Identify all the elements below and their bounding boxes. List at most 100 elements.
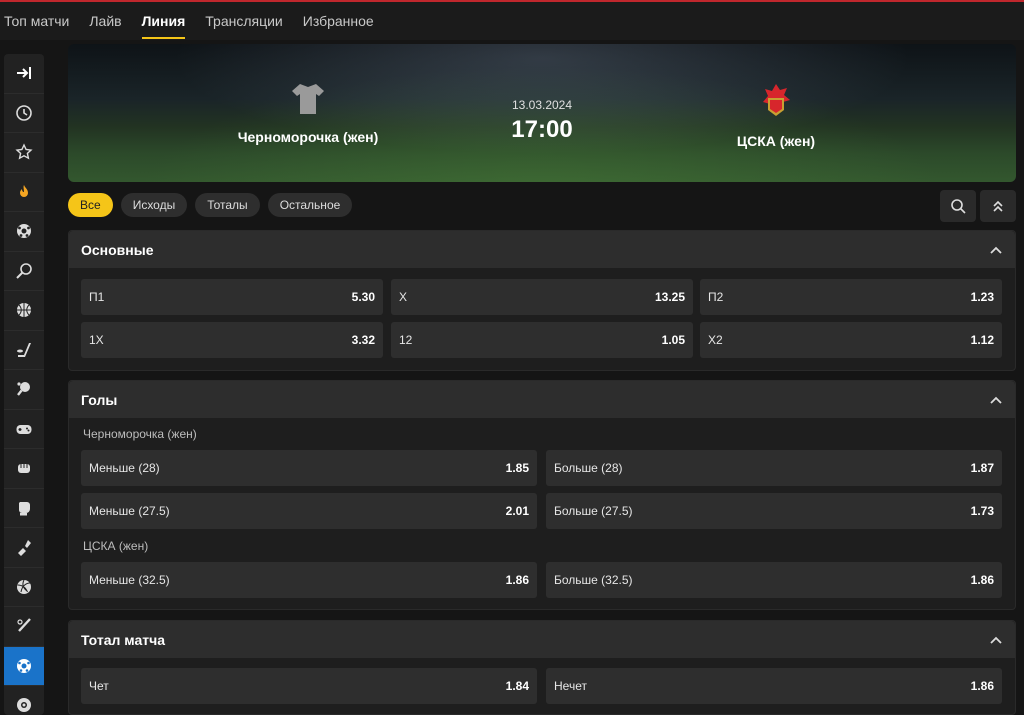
fist-icon	[18, 464, 30, 474]
collapse-icon	[17, 67, 31, 80]
fire-icon	[20, 184, 28, 197]
odd-p2[interactable]: П2 1.23	[700, 279, 1002, 315]
section-goals-header[interactable]: Голы	[69, 381, 1015, 418]
odd-value: 1.86	[970, 573, 994, 587]
odd-label: Больше (28)	[554, 461, 623, 475]
away-team-name: ЦСКА (жен)	[736, 133, 816, 149]
football-icon	[17, 658, 31, 673]
odd-label: 1X	[89, 333, 104, 347]
sidebar-item-tennis[interactable]	[4, 252, 44, 291]
sidebar-item-baseball[interactable]	[4, 607, 44, 647]
sidebar-collapse[interactable]	[4, 54, 44, 94]
odd-label: Меньше (28)	[89, 461, 160, 475]
odd-12[interactable]: 12 1.05	[391, 322, 693, 358]
top-navigation: Топ матчи Лайв Линия Трансляции Избранно…	[0, 2, 1024, 40]
gamepad-icon	[16, 424, 32, 434]
sidebar-item-favorites[interactable]	[4, 133, 44, 173]
odd-value: 1.87	[970, 461, 994, 475]
odd-value: 2.01	[505, 504, 529, 518]
tab-line[interactable]: Линия	[141, 2, 185, 40]
sidebar-item-table-tennis[interactable]	[4, 370, 44, 410]
odd-x[interactable]: X 13.25	[391, 279, 693, 315]
table-tennis-icon	[17, 382, 30, 396]
sidebar-item-billiards[interactable]	[4, 686, 44, 715]
section-total-header[interactable]: Тотал матча	[69, 621, 1015, 658]
sidebar-item-recent[interactable]	[4, 94, 44, 133]
hockey-icon	[17, 342, 31, 357]
sidebar-item-hockey[interactable]	[4, 331, 44, 370]
odd-label: X2	[708, 333, 723, 347]
sidebar-item-hot[interactable]	[4, 173, 44, 212]
star-icon	[15, 143, 33, 160]
odd-label: Больше (32.5)	[554, 573, 633, 587]
sidebar-item-volleyball[interactable]	[4, 568, 44, 607]
basketball-icon	[17, 303, 31, 318]
sidebar-item-basketball[interactable]	[4, 291, 44, 331]
filter-other[interactable]: Остальное	[267, 193, 353, 217]
chevron-up-icon	[990, 636, 1002, 644]
odd-value: 3.32	[351, 333, 375, 347]
match-date: 13.03.2024	[511, 98, 573, 112]
tab-broadcasts[interactable]: Трансляции	[205, 2, 282, 40]
filter-totals[interactable]: Тоталы	[195, 193, 260, 217]
section-goals: Голы Черноморочка (жен) Меньше (28) 1.85 …	[68, 380, 1016, 610]
section-main-header[interactable]: Основные	[69, 231, 1015, 268]
sidebar-item-esports[interactable]	[4, 410, 44, 449]
odd-value: 1.86	[970, 679, 994, 693]
market-filters: Все Исходы Тоталы Остальное	[68, 193, 353, 217]
odd-even[interactable]: Чет 1.84	[81, 668, 537, 704]
soccer-ball-icon	[17, 224, 31, 239]
odd-under-28[interactable]: Меньше (28) 1.85	[81, 450, 537, 486]
section-title: Тотал матча	[81, 631, 166, 648]
odd-value: 1.73	[970, 504, 994, 518]
billiards-icon	[17, 698, 31, 713]
filter-outcomes[interactable]: Исходы	[120, 193, 188, 217]
tab-live[interactable]: Лайв	[89, 2, 121, 40]
section-title: Основные	[81, 241, 154, 258]
odd-under-27-5[interactable]: Меньше (27.5) 2.01	[81, 493, 537, 529]
sidebar-item-soccer[interactable]	[4, 212, 44, 252]
odd-label: X	[399, 290, 408, 304]
odd-label: 12	[399, 333, 413, 347]
odd-label: Чет	[89, 679, 109, 693]
hands-icon	[18, 540, 31, 557]
odd-under-32-5[interactable]: Меньше (32.5) 1.86	[81, 562, 537, 598]
odd-label: Меньше (32.5)	[89, 573, 170, 587]
section-title: Голы	[81, 391, 118, 408]
sidebar-item-handball[interactable]	[4, 528, 44, 568]
odd-value: 1.85	[505, 461, 529, 475]
sidebar-item-boxing[interactable]	[4, 489, 44, 528]
odd-1x[interactable]: 1X 3.32	[81, 322, 383, 358]
match-clock: 17:00	[511, 116, 573, 143]
collapse-all-button[interactable]	[980, 190, 1016, 222]
match-time: 13.03.2024 17:00	[442, 98, 642, 144]
odd-over-32-5[interactable]: Больше (32.5) 1.86	[546, 562, 1002, 598]
shirt-icon	[292, 84, 324, 114]
filter-all[interactable]: Все	[68, 193, 113, 217]
sports-sidebar	[4, 54, 44, 715]
section-main: Основные П1 5.30 X 13.25 П2 1.23 1X 3.32 12 1…	[68, 230, 1016, 371]
away-team: ЦСКА (жен)	[676, 82, 876, 149]
tennis-icon	[16, 262, 32, 279]
search-button[interactable]	[940, 190, 976, 222]
odd-x2[interactable]: X2 1.12	[700, 322, 1002, 358]
odd-value: 1.23	[970, 290, 994, 304]
sidebar-item-mma[interactable]	[4, 449, 44, 489]
tab-top-matches[interactable]: Топ матчи	[4, 2, 69, 40]
sidebar-item-football[interactable]	[4, 646, 44, 686]
volleyball-icon	[17, 579, 31, 594]
odd-label: П1	[89, 290, 105, 304]
odd-over-27-5[interactable]: Больше (27.5) 1.73	[546, 493, 1002, 529]
odd-p1[interactable]: П1 5.30	[81, 279, 383, 315]
home-team-name: Черноморочка (жен)	[237, 129, 379, 145]
home-team: Черноморочка (жен)	[208, 82, 408, 145]
boxing-glove-icon	[19, 501, 30, 516]
clock-icon	[16, 104, 32, 121]
tab-favorites[interactable]: Избранное	[303, 2, 374, 40]
odd-value: 5.30	[351, 290, 375, 304]
odd-over-28[interactable]: Больше (28) 1.87	[546, 450, 1002, 486]
odd-label: Меньше (27.5)	[89, 504, 170, 518]
odd-label: Нечет	[554, 679, 587, 693]
odd-value: 1.05	[661, 333, 685, 347]
odd-odd[interactable]: Нечет 1.86	[546, 668, 1002, 704]
